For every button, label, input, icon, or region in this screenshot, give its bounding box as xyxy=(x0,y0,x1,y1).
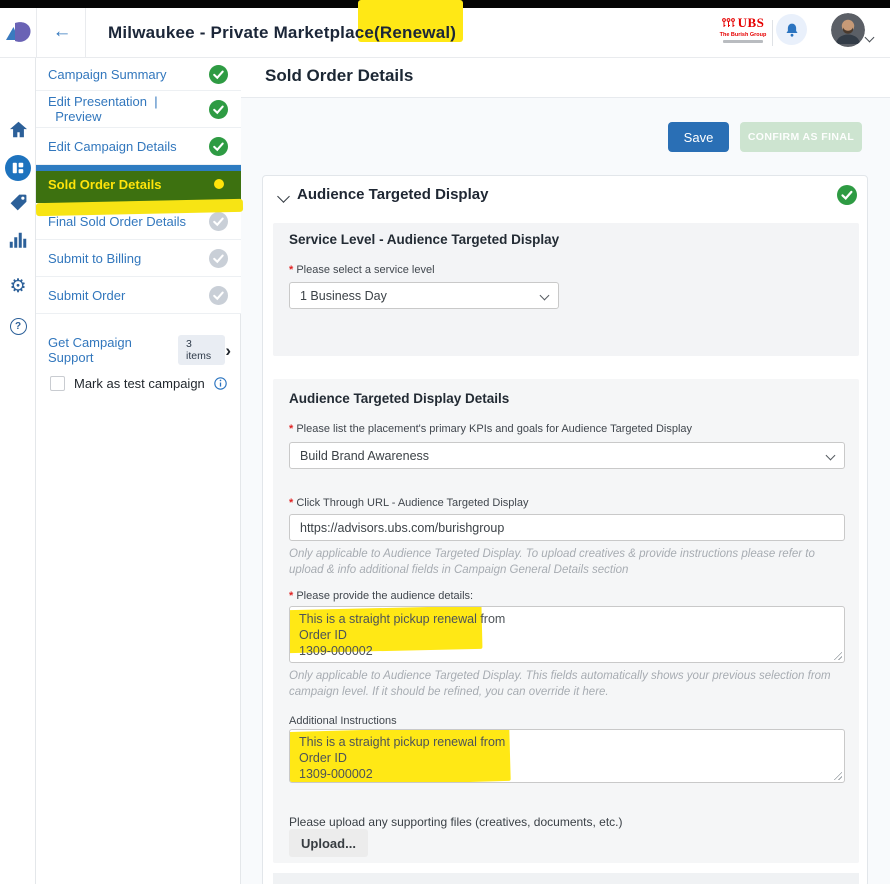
click-through-url-label: Click Through URL - Audience Targeted Di… xyxy=(289,497,528,509)
bell-icon xyxy=(784,22,800,38)
upload-button[interactable]: Upload... xyxy=(289,829,368,857)
sidebar-item-edit-presentation[interactable]: Edit Presentation | Preview xyxy=(36,91,241,128)
sidebar-item-submit-to-billing[interactable]: Submit to Billing xyxy=(36,240,241,277)
workflow-sidebar: Campaign Summary Edit Presentation | Pre… xyxy=(36,58,241,884)
sidebar-item-submit-order[interactable]: Submit Order xyxy=(36,277,241,314)
get-campaign-support[interactable]: Get Campaign Support 3 items › xyxy=(36,330,241,370)
bar-chart-icon[interactable] xyxy=(0,231,36,248)
chevron-right-icon[interactable]: › xyxy=(225,342,231,359)
divider xyxy=(36,8,37,58)
notifications-button[interactable] xyxy=(776,14,807,45)
sidebar-item-label: Final Sold Order Details xyxy=(48,214,186,229)
additional-instructions-textarea[interactable]: This is a straight pickup renewal from O… xyxy=(289,729,845,783)
campaign-title-renewal: (Renewal) xyxy=(374,23,456,43)
tag-icon[interactable] xyxy=(0,193,36,212)
sidebar-item-label: Edit Campaign Details xyxy=(48,139,177,154)
icon-rail: ⚙ ? xyxy=(0,58,36,884)
ubs-fine-print xyxy=(723,40,763,43)
confirm-as-final-button[interactable]: CONFIRM AS FINAL xyxy=(740,122,862,152)
chevron-down-icon xyxy=(540,291,550,301)
sidebar-item-sold-order-details-active[interactable]: Sold Order Details xyxy=(36,165,241,203)
user-menu-chevron-icon[interactable] xyxy=(866,28,873,46)
done-check-icon xyxy=(209,137,228,156)
kpi-label: Please list the placement's primary KPIs… xyxy=(289,423,692,435)
pending-check-icon xyxy=(209,286,228,305)
app-logo-icon[interactable] xyxy=(5,20,33,44)
user-avatar[interactable] xyxy=(831,13,865,47)
divider: | xyxy=(154,94,157,109)
done-check-icon xyxy=(209,100,228,119)
dashboard-icon[interactable] xyxy=(0,155,36,181)
audience-details-textarea[interactable]: This is a straight pickup renewal from O… xyxy=(289,606,845,663)
textarea-line: Order ID xyxy=(299,750,835,766)
sidebar-item-label: Submit to Billing xyxy=(48,251,141,266)
test-campaign-label: Mark as test campaign xyxy=(74,376,205,391)
test-campaign-checkbox[interactable] xyxy=(50,376,65,391)
section-done-check-icon xyxy=(837,185,857,205)
gear-icon[interactable]: ⚙ xyxy=(0,277,36,296)
service-level-heading: Service Level - Audience Targeted Displa… xyxy=(289,232,559,247)
service-level-value: 1 Business Day xyxy=(300,289,387,303)
audience-helper-text: Only applicable to Audience Targeted Dis… xyxy=(289,668,845,700)
divider xyxy=(85,8,86,58)
sidebar-item-campaign-summary[interactable]: Campaign Summary xyxy=(36,58,241,91)
textarea-line: Order ID xyxy=(299,627,835,643)
additional-instructions-label: Additional Instructions xyxy=(289,715,397,727)
click-through-url-value: https://advisors.ubs.com/burishgroup xyxy=(300,521,504,535)
campaign-title: Milwaukee - Private Marketplace (Renewal… xyxy=(108,8,456,58)
chevron-down-icon[interactable] xyxy=(277,190,290,203)
sidebar-item-label: Submit Order xyxy=(48,288,125,303)
app-window: ← Milwaukee - Private Marketplace (Renew… xyxy=(0,0,890,884)
upload-files-label: Please upload any supporting files (crea… xyxy=(289,815,623,829)
audience-details-label: Please provide the audience details: xyxy=(289,590,473,602)
edit-presentation-link[interactable]: Edit Presentation xyxy=(48,94,147,109)
click-through-url-input[interactable]: https://advisors.ubs.com/burishgroup xyxy=(289,514,845,541)
kpi-select[interactable]: Build Brand Awareness xyxy=(289,442,845,469)
ubs-client-logo: UBS The Burish Group xyxy=(712,15,774,51)
info-icon[interactable] xyxy=(214,377,227,390)
ubs-keys-icon xyxy=(722,18,735,28)
pending-check-icon xyxy=(209,249,228,268)
audience-targeted-display-card: Audience Targeted Display Service Level … xyxy=(262,175,868,884)
textarea-line: This is a straight pickup renewal from xyxy=(299,734,835,750)
save-button[interactable]: Save xyxy=(668,122,729,152)
url-helper-text: Only applicable to Audience Targeted Dis… xyxy=(289,546,841,578)
help-icon[interactable]: ? xyxy=(0,318,36,335)
ubs-group-name: The Burish Group xyxy=(712,32,774,38)
divider xyxy=(772,20,773,46)
campaign-title-text: Milwaukee - Private Marketplace xyxy=(108,23,374,43)
details-heading: Audience Targeted Display Details xyxy=(289,391,509,406)
service-level-select[interactable]: 1 Business Day xyxy=(289,282,559,309)
back-arrow-icon[interactable]: ← xyxy=(48,18,76,46)
pending-check-icon xyxy=(209,212,228,231)
support-label: Get Campaign Support xyxy=(48,335,171,365)
sidebar-item-label: Sold Order Details xyxy=(48,177,161,192)
test-campaign-row: Mark as test campaign xyxy=(50,376,227,391)
ubs-name: UBS xyxy=(738,15,765,31)
textarea-line: 1309-000002 xyxy=(299,766,835,782)
sidebar-item-label: Campaign Summary xyxy=(48,67,167,82)
in-progress-dot-icon xyxy=(214,179,224,189)
service-level-label: Please select a service level xyxy=(289,264,435,276)
preview-link[interactable]: Preview xyxy=(55,109,101,124)
section-title[interactable]: Audience Targeted Display xyxy=(297,186,488,203)
chevron-down-icon xyxy=(826,451,836,461)
textarea-line: This is a straight pickup renewal from xyxy=(299,611,835,627)
sidebar-item-label: Edit Presentation | Preview xyxy=(48,94,209,124)
done-check-icon xyxy=(209,65,228,84)
sidebar-item-edit-campaign-details[interactable]: Edit Campaign Details xyxy=(36,128,241,165)
textarea-line: 1309-000002 xyxy=(299,643,835,659)
support-items-badge: 3 items xyxy=(178,335,225,365)
kpi-value: Build Brand Awareness xyxy=(300,449,429,463)
page-title: Sold Order Details xyxy=(265,66,413,86)
home-icon[interactable] xyxy=(0,121,36,138)
next-section-panel xyxy=(273,873,859,884)
